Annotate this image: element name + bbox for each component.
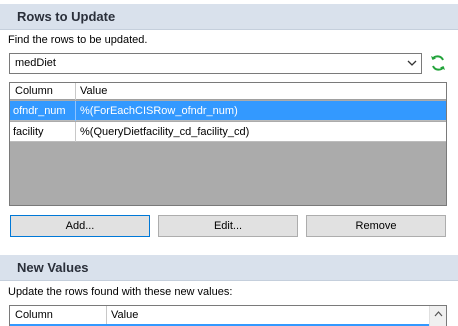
column-divider xyxy=(106,306,107,326)
row-value-cell[interactable]: %(QueryDietfacility_cd_facility_cd) xyxy=(80,126,249,138)
chevron-down-icon[interactable] xyxy=(407,58,417,68)
table-row[interactable]: facility %(QueryDietfacility_cd_facility… xyxy=(10,122,446,142)
column-header-value[interactable]: Value xyxy=(80,85,107,97)
add-button[interactable]: Add... xyxy=(10,215,150,237)
column-header-column[interactable]: Column xyxy=(15,85,53,97)
rows-to-update-header: Rows to Update xyxy=(0,4,458,30)
cell-divider xyxy=(75,101,76,121)
grid-header: Column Value xyxy=(10,83,446,100)
rows-to-update-grid[interactable]: Column Value ofndr_num %(ForEachCISRow_o… xyxy=(9,82,447,206)
vertical-scrollbar[interactable] xyxy=(429,306,446,326)
table-select-value: medDiet xyxy=(15,57,56,69)
rows-to-update-title: Rows to Update xyxy=(17,9,116,24)
rows-to-update-instruction: Find the rows to be updated. xyxy=(8,34,148,46)
remove-button[interactable]: Remove xyxy=(306,215,446,237)
column-header-value[interactable]: Value xyxy=(111,309,138,321)
new-values-instruction: Update the rows found with these new val… xyxy=(8,286,233,298)
row-column-cell[interactable]: ofndr_num xyxy=(13,105,66,117)
cell-divider xyxy=(75,122,76,142)
row-value-cell[interactable]: %(ForEachCISRow_ofndr_num) xyxy=(80,105,238,117)
new-values-title: New Values xyxy=(17,260,89,275)
refresh-icon[interactable] xyxy=(429,54,447,72)
column-header-column[interactable]: Column xyxy=(15,309,53,321)
table-row[interactable]: ofndr_num %(ForEachCISRow_ofndr_num) xyxy=(10,101,446,121)
new-values-grid[interactable]: Column Value xyxy=(9,305,447,326)
new-values-header: New Values xyxy=(0,255,458,281)
row-column-cell[interactable]: facility xyxy=(13,126,44,138)
edit-button[interactable]: Edit... xyxy=(158,215,298,237)
chevron-up-icon[interactable] xyxy=(434,311,443,317)
column-divider xyxy=(75,83,76,100)
table-select-dropdown[interactable]: medDiet xyxy=(9,53,422,74)
